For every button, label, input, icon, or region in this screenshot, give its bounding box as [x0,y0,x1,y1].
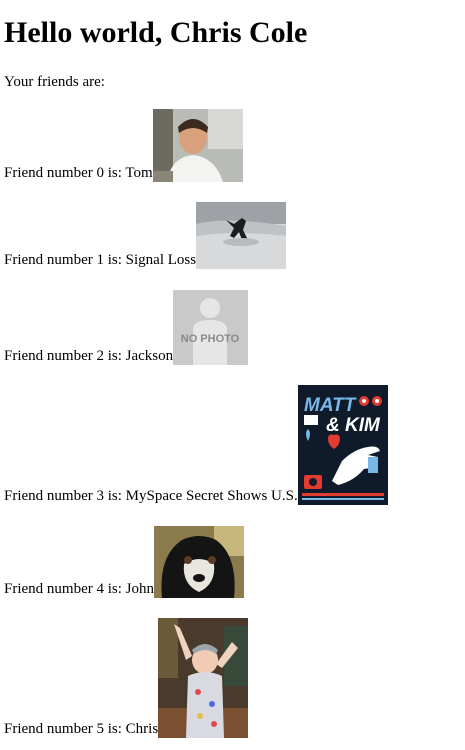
friend-label: Friend number 4 is: John [4,581,154,597]
friend-label: Friend number 0 is: Tom [4,165,153,181]
baby-photo [158,618,249,738]
no-photo-text: NO PHOTO [181,333,240,345]
page-title: Hello world, Chris Cole [4,16,308,49]
friend-row: Friend number 2 is: Jackson NO PHOTO [4,290,249,365]
matt-and-kim-poster: MATT & KIM [297,385,388,505]
friend-row: Friend number 1 is: Signal Loss [4,202,287,269]
friend-row: Friend number 3 is: MySpace Secret Shows… [4,385,388,505]
poster-title-1: MATT [304,395,357,416]
dog-photo [154,526,244,598]
friend-label: Friend number 3 is: MySpace Secret Shows… [4,488,298,504]
poster-title-2: & KIM [326,415,381,436]
friend-label: Friend number 5 is: Chris [4,721,159,737]
no-photo-placeholder: NO PHOTO [173,290,249,365]
tom-photo [152,109,243,182]
friend-row: Friend number 5 is: Chris [4,618,249,738]
friend-label: Friend number 1 is: Signal Loss [4,252,197,268]
friend-label: Friend number 2 is: Jackson [4,348,174,364]
friend-row: Friend number 0 is: Tom [4,109,243,182]
signal-loss-photo [196,202,287,269]
page: Hello world, Chris Cole Your friends are… [0,0,465,738]
friend-row: Friend number 4 is: John [4,526,244,598]
friends-intro: Your friends are: [4,74,105,90]
